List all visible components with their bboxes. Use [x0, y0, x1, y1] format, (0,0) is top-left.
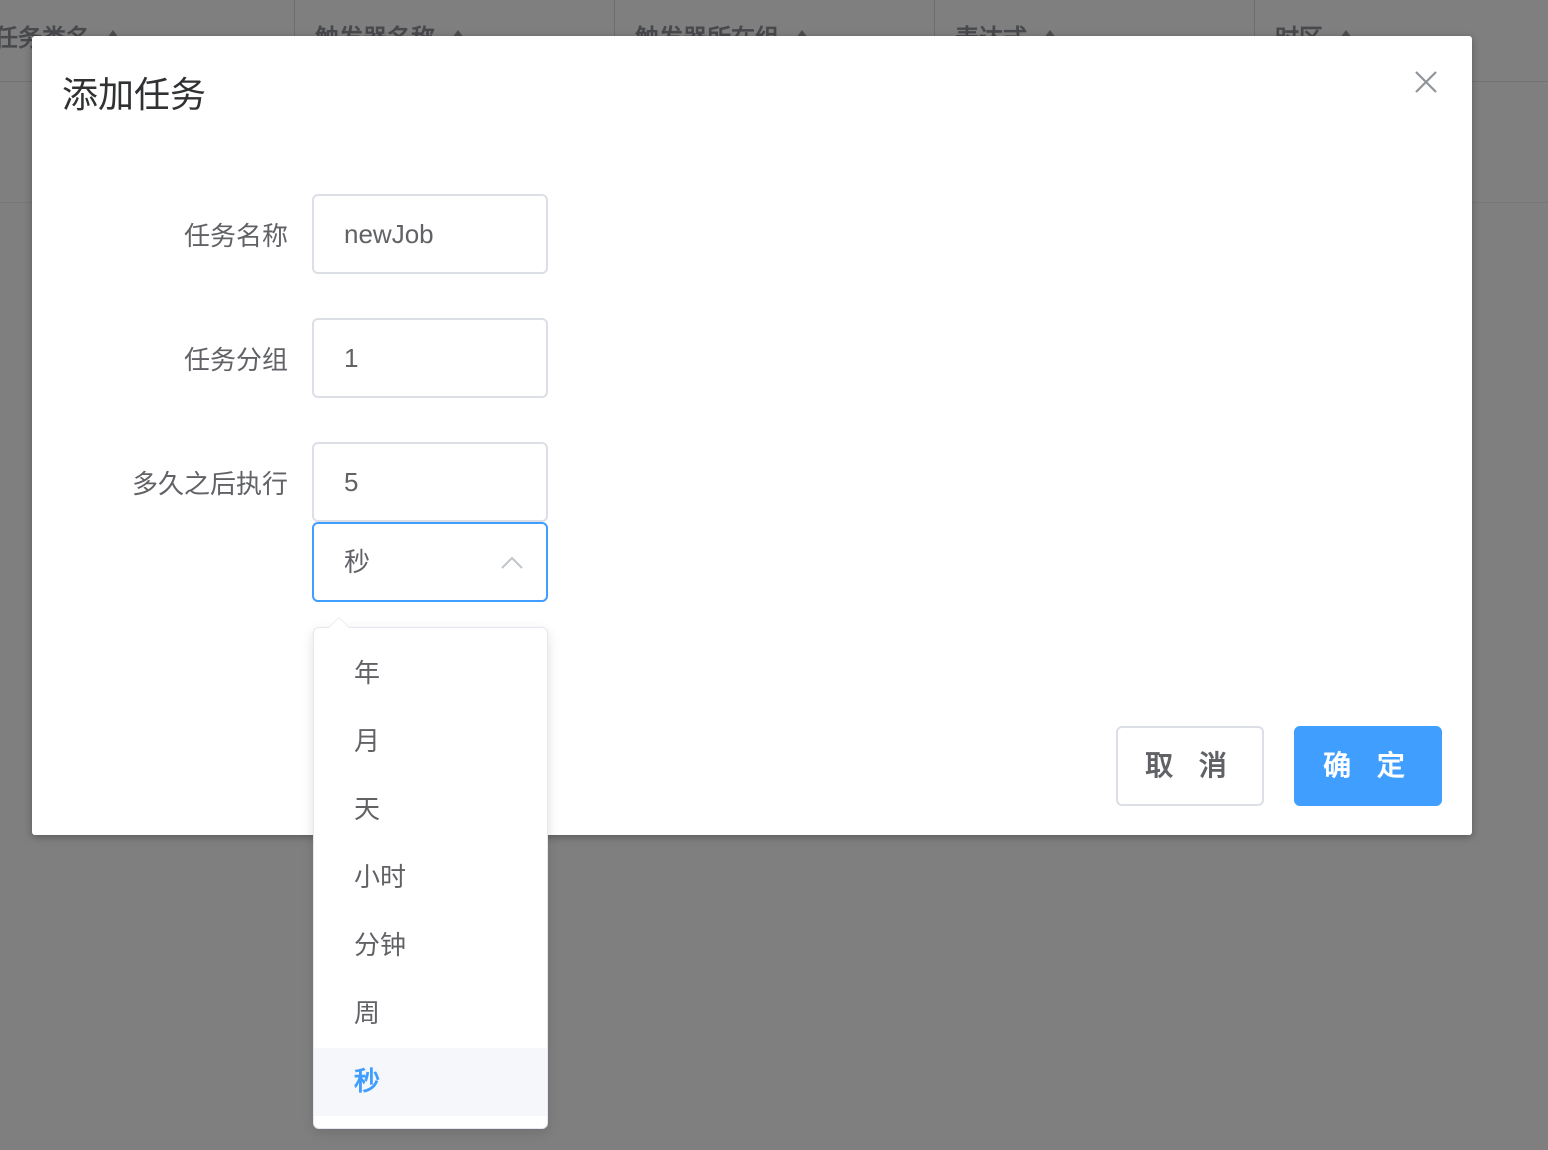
dropdown-option-day[interactable]: 天 [314, 776, 547, 844]
cancel-button[interactable]: 取 消 [1116, 726, 1264, 806]
dropdown-option-month[interactable]: 月 [314, 708, 547, 776]
dialog-title: 添加任务 [62, 74, 207, 115]
dropdown-option-minute[interactable]: 分钟 [314, 912, 547, 980]
job-name-label: 任务名称 [183, 222, 288, 252]
job-name-input[interactable]: newJob [312, 194, 548, 274]
job-group-input[interactable]: 1 [312, 318, 548, 398]
time-unit-value: 秒 [344, 547, 371, 577]
add-job-dialog: 添加任务 任务名称 newJob 任务分组 1 多久之后执行 5 秒 取 消 确… [32, 36, 1472, 835]
chevron-up-icon[interactable] [500, 554, 524, 570]
dropdown-option-second[interactable]: 秒 [314, 1048, 547, 1116]
dropdown-option-week[interactable]: 周 [314, 980, 547, 1048]
confirm-button[interactable]: 确 定 [1294, 726, 1442, 806]
time-unit-dropdown: 年 月 天 小时 分钟 周 秒 [313, 617, 548, 1129]
time-unit-select[interactable]: 秒 [312, 522, 548, 602]
dropdown-caret [328, 617, 350, 628]
delay-label: 多久之后执行 [131, 470, 288, 500]
job-group-label: 任务分组 [183, 346, 288, 376]
dropdown-option-year[interactable]: 年 [314, 640, 547, 708]
close-icon[interactable] [1412, 68, 1440, 96]
delay-input[interactable]: 5 [312, 442, 548, 522]
dropdown-option-hour[interactable]: 小时 [314, 844, 547, 912]
